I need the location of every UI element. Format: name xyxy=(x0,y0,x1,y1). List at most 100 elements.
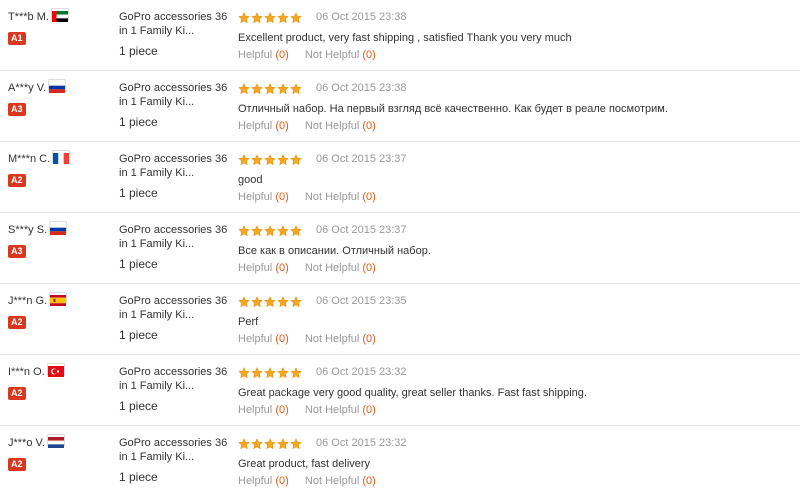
helpful-button[interactable]: Helpful (0) xyxy=(238,120,289,132)
buyer-name: T***b M. xyxy=(8,11,49,23)
not-helpful-label: Not Helpful xyxy=(304,333,360,345)
country-flag-icon xyxy=(51,9,68,22)
star-icon xyxy=(290,82,302,95)
product-name[interactable]: GoPro accessories 36 in 1 Family Ki... xyxy=(119,223,229,251)
review-date: 06 Oct 2015 23:32 xyxy=(316,366,407,378)
review-date: 06 Oct 2015 23:38 xyxy=(316,11,407,23)
product-name-line1: GoPro accessories 36 xyxy=(119,437,228,449)
helpful-button[interactable]: Helpful (0) xyxy=(238,49,289,61)
star-icon xyxy=(264,366,276,379)
country-flag-icon xyxy=(49,80,66,93)
helpful-actions: Helpful (0) Not Helpful (0) xyxy=(238,404,376,416)
star-icon xyxy=(290,295,302,308)
not-helpful-button[interactable]: Not Helpful (0) xyxy=(305,333,376,345)
review-date: 06 Oct 2015 23:38 xyxy=(316,82,407,94)
not-helpful-count: (0) xyxy=(362,404,376,416)
star-rating xyxy=(238,153,302,166)
product-name-line2: in 1 Family Ki... xyxy=(119,167,195,179)
not-helpful-button[interactable]: Not Helpful (0) xyxy=(305,404,376,416)
star-icon xyxy=(264,224,276,237)
buyer-info: I***n O. A2 xyxy=(8,365,108,401)
review-comment: Great package very good quality, great s… xyxy=(238,387,587,399)
star-icon xyxy=(277,224,289,237)
helpful-label: Helpful xyxy=(238,120,273,132)
buyer-name: J***o V. xyxy=(8,437,45,449)
star-icon xyxy=(277,153,289,166)
star-icon xyxy=(290,366,302,379)
review-date: 06 Oct 2015 23:37 xyxy=(316,224,407,236)
star-rating xyxy=(238,437,302,450)
review-row: S***y S. A3 GoPro accessories 36 in 1 Fa… xyxy=(0,213,800,284)
product-name-line1: GoPro accessories 36 xyxy=(119,11,228,23)
review-row: J***o V. A2 GoPro accessories 36 in 1 Fa… xyxy=(0,426,800,497)
review-row: I***n O. A2 GoPro accessories 36 in 1 Fa… xyxy=(0,355,800,426)
buyer-name: A***y V. xyxy=(8,82,47,94)
star-icon xyxy=(251,11,263,24)
buyer-level-badge: A2 xyxy=(8,316,26,329)
product-name-line2: in 1 Family Ki... xyxy=(119,451,195,463)
star-icon xyxy=(251,295,263,308)
star-icon xyxy=(264,437,276,450)
not-helpful-count: (0) xyxy=(362,333,376,345)
country-flag-icon xyxy=(47,364,64,377)
product-name[interactable]: GoPro accessories 36 in 1 Family Ki... xyxy=(119,436,229,464)
buyer-info: T***b M. A1 xyxy=(8,10,108,46)
product-name[interactable]: GoPro accessories 36 in 1 Family Ki... xyxy=(119,81,229,109)
not-helpful-count: (0) xyxy=(362,475,376,487)
product-name[interactable]: GoPro accessories 36 in 1 Family Ki... xyxy=(119,365,229,393)
not-helpful-count: (0) xyxy=(362,191,376,203)
feedback: 06 Oct 2015 23:32 Great package very goo… xyxy=(238,365,798,400)
helpful-count: (0) xyxy=(275,262,289,274)
helpful-button[interactable]: Helpful (0) xyxy=(238,404,289,416)
star-rating xyxy=(238,82,302,95)
not-helpful-button[interactable]: Not Helpful (0) xyxy=(305,49,376,61)
helpful-label: Helpful xyxy=(238,404,273,416)
review-comment: good xyxy=(238,174,263,186)
not-helpful-label: Not Helpful xyxy=(304,49,360,61)
helpful-button[interactable]: Helpful (0) xyxy=(238,475,289,487)
quantity: 1 piece xyxy=(119,257,158,271)
buyer-info: J***o V. A2 xyxy=(8,436,108,472)
star-icon xyxy=(238,11,250,24)
not-helpful-button[interactable]: Not Helpful (0) xyxy=(305,120,376,132)
helpful-button[interactable]: Helpful (0) xyxy=(238,333,289,345)
star-icon xyxy=(290,11,302,24)
star-icon xyxy=(251,224,263,237)
helpful-button[interactable]: Helpful (0) xyxy=(238,262,289,274)
helpful-actions: Helpful (0) Not Helpful (0) xyxy=(238,120,376,132)
helpful-button[interactable]: Helpful (0) xyxy=(238,191,289,203)
quantity: 1 piece xyxy=(119,115,158,129)
product-name-line2: in 1 Family Ki... xyxy=(119,25,195,37)
star-icon xyxy=(238,437,250,450)
product-name[interactable]: GoPro accessories 36 in 1 Family Ki... xyxy=(119,10,229,38)
review-row: J***n G. A2 GoPro accessories 36 in 1 Fa… xyxy=(0,284,800,355)
star-icon xyxy=(290,153,302,166)
product-name[interactable]: GoPro accessories 36 in 1 Family Ki... xyxy=(119,152,229,180)
product-name[interactable]: GoPro accessories 36 in 1 Family Ki... xyxy=(119,294,229,322)
buyer-name: J***n G. xyxy=(8,295,48,307)
not-helpful-label: Not Helpful xyxy=(304,262,360,274)
helpful-count: (0) xyxy=(275,333,289,345)
review-comment: Отличный набор. На первый взгляд всё кач… xyxy=(238,103,668,115)
product-name-line2: in 1 Family Ki... xyxy=(119,309,195,321)
not-helpful-button[interactable]: Not Helpful (0) xyxy=(305,475,376,487)
not-helpful-label: Not Helpful xyxy=(304,475,360,487)
review-list: T***b M. A1 GoPro accessories 36 in 1 Fa… xyxy=(0,0,800,497)
review-row: M***n C. A2 GoPro accessories 36 in 1 Fa… xyxy=(0,142,800,213)
quantity: 1 piece xyxy=(119,399,158,413)
buyer-level-badge: A2 xyxy=(8,458,26,471)
star-icon xyxy=(264,82,276,95)
star-icon xyxy=(238,366,250,379)
product-name-line2: in 1 Family Ki... xyxy=(119,380,195,392)
star-icon xyxy=(290,437,302,450)
not-helpful-button[interactable]: Not Helpful (0) xyxy=(305,262,376,274)
country-flag-icon xyxy=(50,293,67,306)
helpful-label: Helpful xyxy=(238,333,273,345)
buyer-name: M***n C. xyxy=(8,153,51,165)
not-helpful-count: (0) xyxy=(362,49,376,61)
buyer-level-badge: A3 xyxy=(8,103,26,116)
star-icon xyxy=(238,82,250,95)
not-helpful-button[interactable]: Not Helpful (0) xyxy=(305,191,376,203)
star-icon xyxy=(264,11,276,24)
review-row: A***y V. A3 GoPro accessories 36 in 1 Fa… xyxy=(0,71,800,142)
